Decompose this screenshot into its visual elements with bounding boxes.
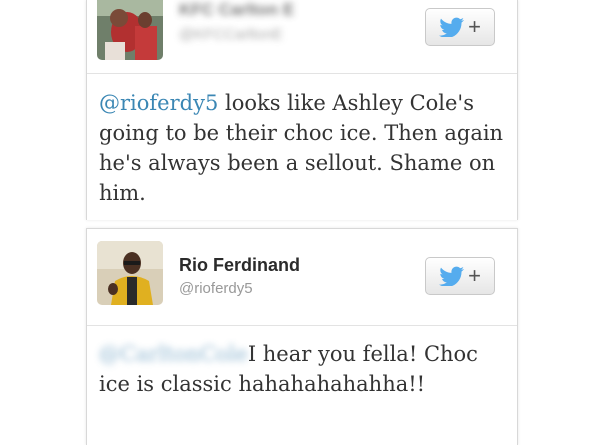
mention-link[interactable]: @CarltonCole [99, 342, 248, 366]
twitter-bird-icon [439, 266, 465, 286]
avatar-image [97, 241, 163, 305]
avatar[interactable] [97, 241, 163, 305]
tweet-1-text: @rioferdy5 looks like Ashley Cole's goin… [99, 88, 509, 208]
twitter-bird-icon [439, 17, 465, 37]
tweet-card-1: KFC Carlton E @KFCCarltonE + @rioferdy5 … [86, 0, 518, 220]
follow-button[interactable]: + [425, 8, 495, 46]
follow-button[interactable]: + [425, 257, 495, 295]
avatar-image [97, 0, 163, 60]
author-handle[interactable]: @rioferdy5 [179, 280, 253, 297]
avatar[interactable] [97, 0, 163, 60]
author-name[interactable]: Rio Ferdinand [179, 255, 300, 276]
tweet-card-2: Rio Ferdinand @rioferdy5 + @CarltonColeI… [86, 228, 518, 445]
divider [87, 73, 517, 74]
author-handle[interactable]: @KFCCarltonE [179, 26, 283, 43]
divider [87, 325, 517, 326]
author-name[interactable]: KFC Carlton E [179, 0, 294, 20]
mention-link[interactable]: @rioferdy5 [99, 91, 218, 115]
tweet-2-header: Rio Ferdinand @rioferdy5 + [87, 229, 517, 315]
tweet-2-text: @CarltonColeI hear you fella! Choc ice i… [99, 339, 509, 399]
follow-plus-label: + [468, 14, 481, 39]
follow-plus-label: + [468, 263, 481, 288]
